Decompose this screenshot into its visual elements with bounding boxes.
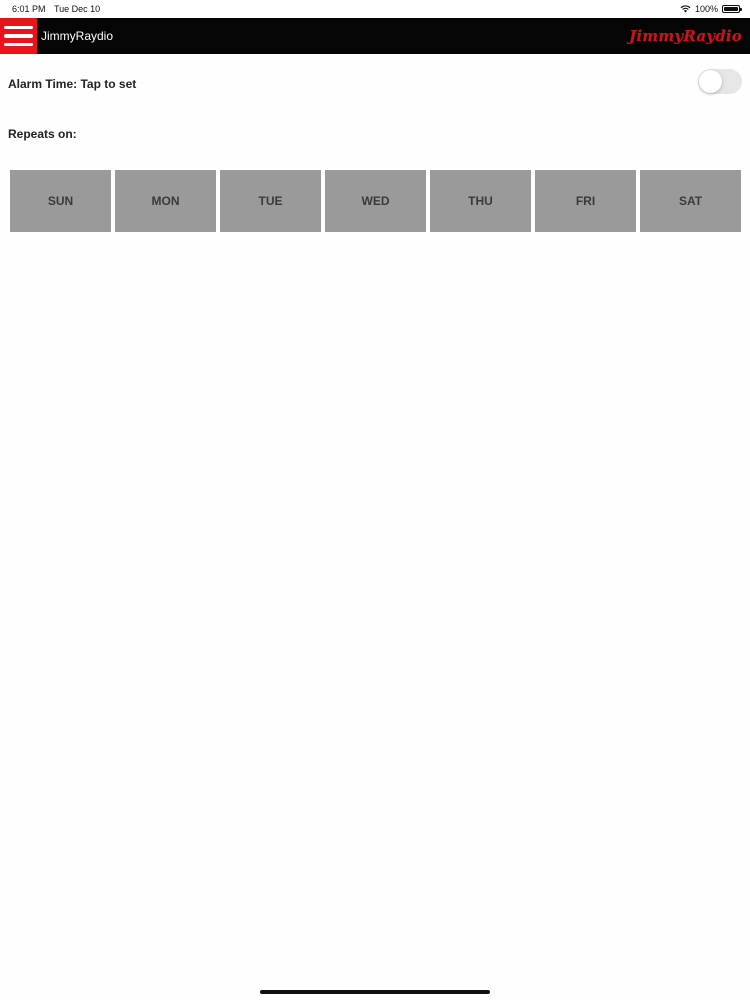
toggle-knob (699, 70, 722, 93)
home-indicator[interactable] (260, 990, 490, 994)
day-button-fri[interactable]: FRI (535, 170, 636, 232)
wifi-icon (680, 4, 691, 15)
repeats-label: Repeats on: (8, 127, 77, 141)
alarm-toggle[interactable] (698, 69, 742, 94)
day-button-tue[interactable]: TUE (220, 170, 321, 232)
status-date: Tue Dec 10 (54, 4, 101, 14)
nav-title: JimmyRaydio (41, 29, 114, 43)
screen: 6:01 PM Tue Dec 10 100% JimmyRaydio Jimm… (0, 0, 750, 1000)
day-button-mon[interactable]: MON (115, 170, 216, 232)
day-button-wed[interactable]: WED (325, 170, 426, 232)
status-indicators: 100% (680, 3, 742, 15)
hamburger-menu-icon[interactable] (0, 18, 37, 54)
repeat-days-row: SUN MON TUE WED THU FRI SAT (10, 170, 741, 232)
day-button-thu[interactable]: THU (430, 170, 531, 232)
alarm-time-label[interactable]: Alarm Time: Tap to set (8, 77, 136, 91)
status-time: 6:01 PM (12, 4, 46, 14)
nav-bar: JimmyRaydio JimmyRaydio (0, 18, 750, 54)
battery-percent: 100% (694, 4, 718, 14)
status-bar: 6:01 PM Tue Dec 10 100% (0, 0, 750, 18)
day-button-sat[interactable]: SAT (640, 170, 741, 232)
battery-icon (722, 5, 742, 13)
day-button-sun[interactable]: SUN (10, 170, 111, 232)
brand-logo: JimmyRaydio (629, 27, 742, 45)
